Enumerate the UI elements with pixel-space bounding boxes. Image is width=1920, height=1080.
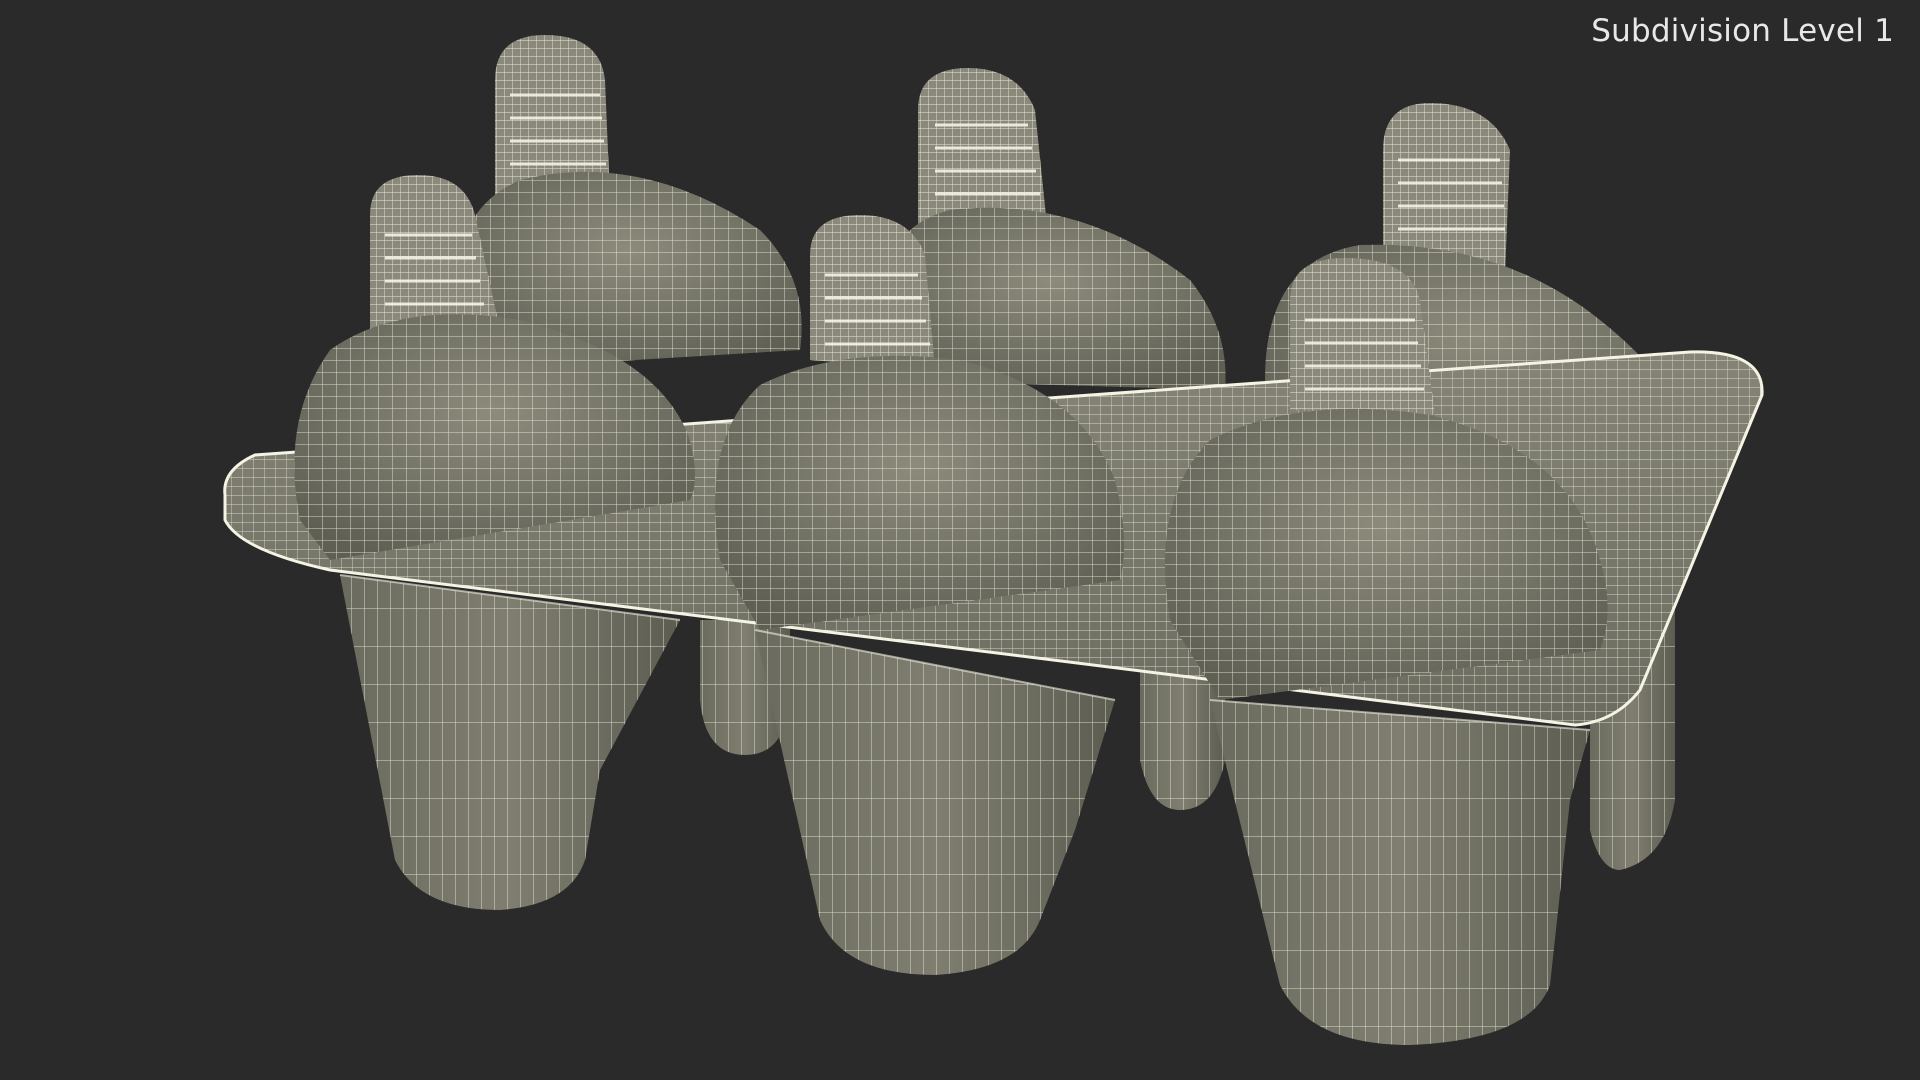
subdivision-level-label: Subdivision Level 1	[1591, 13, 1894, 49]
popsicle-mold-render	[223, 35, 1764, 1045]
viewport-3d[interactable]: Subdivision Level 1	[0, 0, 1920, 1080]
